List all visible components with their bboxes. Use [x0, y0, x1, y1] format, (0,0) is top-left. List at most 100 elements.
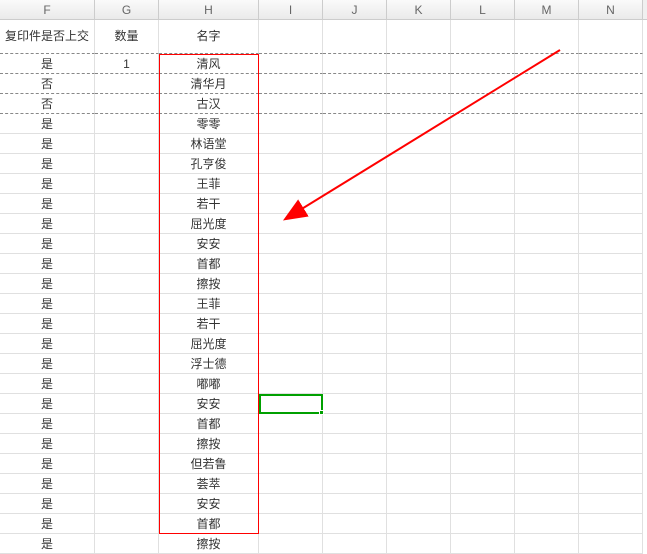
cell-J-22[interactable] [323, 474, 387, 494]
cell-N-25[interactable] [579, 534, 643, 554]
cell-J-15[interactable] [323, 334, 387, 354]
cell-J-24[interactable] [323, 514, 387, 534]
cell-K-10[interactable] [387, 234, 451, 254]
cell-F-2[interactable]: 否 [0, 74, 95, 94]
cell-J-16[interactable] [323, 354, 387, 374]
cell-F-24[interactable]: 是 [0, 514, 95, 534]
cell-N-12[interactable] [579, 274, 643, 294]
cell-I-1[interactable] [259, 54, 323, 74]
cell-J-3[interactable] [323, 94, 387, 114]
cell-H-21[interactable]: 但若鲁 [159, 454, 259, 474]
cell-L-22[interactable] [451, 474, 515, 494]
cell-J-6[interactable] [323, 154, 387, 174]
cell-H-3[interactable]: 古汉 [159, 94, 259, 114]
cell-K-18[interactable] [387, 394, 451, 414]
cell-F-23[interactable]: 是 [0, 494, 95, 514]
cell-G-24[interactable] [95, 514, 159, 534]
cell-M-2[interactable] [515, 74, 579, 94]
cell-M-14[interactable] [515, 314, 579, 334]
cell-H-18[interactable]: 安安 [159, 394, 259, 414]
cell-N-6[interactable] [579, 154, 643, 174]
cell-L-header[interactable] [451, 20, 515, 54]
cell-I-5[interactable] [259, 134, 323, 154]
cell-G-4[interactable] [95, 114, 159, 134]
cell-H-22[interactable]: 荟萃 [159, 474, 259, 494]
cell-F-14[interactable]: 是 [0, 314, 95, 334]
cell-L-3[interactable] [451, 94, 515, 114]
cell-N-23[interactable] [579, 494, 643, 514]
cell-H-19[interactable]: 首都 [159, 414, 259, 434]
cell-N-11[interactable] [579, 254, 643, 274]
cell-G-1[interactable]: 1 [95, 54, 159, 74]
cell-M-25[interactable] [515, 534, 579, 554]
cell-F-8[interactable]: 是 [0, 194, 95, 214]
cell-F-3[interactable]: 否 [0, 94, 95, 114]
cell-L-11[interactable] [451, 254, 515, 274]
cell-L-19[interactable] [451, 414, 515, 434]
cell-H-10[interactable]: 安安 [159, 234, 259, 254]
cell-N-7[interactable] [579, 174, 643, 194]
cell-G-18[interactable] [95, 394, 159, 414]
cell-F-10[interactable]: 是 [0, 234, 95, 254]
cell-I-18[interactable] [259, 394, 323, 414]
cell-M-23[interactable] [515, 494, 579, 514]
cell-M-12[interactable] [515, 274, 579, 294]
cell-F-17[interactable]: 是 [0, 374, 95, 394]
cell-I-10[interactable] [259, 234, 323, 254]
cell-L-4[interactable] [451, 114, 515, 134]
cell-H-6[interactable]: 孔亨俊 [159, 154, 259, 174]
cell-G-11[interactable] [95, 254, 159, 274]
cell-L-24[interactable] [451, 514, 515, 534]
cell-K-20[interactable] [387, 434, 451, 454]
cell-N-24[interactable] [579, 514, 643, 534]
cell-I-4[interactable] [259, 114, 323, 134]
cell-L-10[interactable] [451, 234, 515, 254]
cell-I-16[interactable] [259, 354, 323, 374]
cell-G-8[interactable] [95, 194, 159, 214]
cell-I-9[interactable] [259, 214, 323, 234]
cell-M-4[interactable] [515, 114, 579, 134]
cell-H-header[interactable]: 名字 [159, 20, 259, 54]
cell-F-18[interactable]: 是 [0, 394, 95, 414]
cell-H-15[interactable]: 屈光度 [159, 334, 259, 354]
cell-M-1[interactable] [515, 54, 579, 74]
cell-N-15[interactable] [579, 334, 643, 354]
cell-F-5[interactable]: 是 [0, 134, 95, 154]
column-header-H[interactable]: H [159, 0, 259, 19]
cell-J-10[interactable] [323, 234, 387, 254]
cell-J-5[interactable] [323, 134, 387, 154]
cell-N-19[interactable] [579, 414, 643, 434]
cell-G-14[interactable] [95, 314, 159, 334]
cell-I-17[interactable] [259, 374, 323, 394]
cell-K-7[interactable] [387, 174, 451, 194]
cell-F-25[interactable]: 是 [0, 534, 95, 554]
cell-J-25[interactable] [323, 534, 387, 554]
cell-K-21[interactable] [387, 454, 451, 474]
cell-N-4[interactable] [579, 114, 643, 134]
cell-I-24[interactable] [259, 514, 323, 534]
cell-K-4[interactable] [387, 114, 451, 134]
cell-F-20[interactable]: 是 [0, 434, 95, 454]
cell-K-3[interactable] [387, 94, 451, 114]
cell-L-14[interactable] [451, 314, 515, 334]
cell-K-6[interactable] [387, 154, 451, 174]
cell-K-14[interactable] [387, 314, 451, 334]
cell-G-19[interactable] [95, 414, 159, 434]
cell-F-21[interactable]: 是 [0, 454, 95, 474]
column-header-G[interactable]: G [95, 0, 159, 19]
column-header-L[interactable]: L [451, 0, 515, 19]
cell-G-21[interactable] [95, 454, 159, 474]
cell-G-16[interactable] [95, 354, 159, 374]
column-header-J[interactable]: J [323, 0, 387, 19]
cell-N-1[interactable] [579, 54, 643, 74]
cell-F-19[interactable]: 是 [0, 414, 95, 434]
cell-H-13[interactable]: 王菲 [159, 294, 259, 314]
cell-I-7[interactable] [259, 174, 323, 194]
cell-I-20[interactable] [259, 434, 323, 454]
cell-F-9[interactable]: 是 [0, 214, 95, 234]
cell-I-12[interactable] [259, 274, 323, 294]
cell-H-17[interactable]: 嘟嘟 [159, 374, 259, 394]
cell-I-11[interactable] [259, 254, 323, 274]
cell-H-8[interactable]: 若干 [159, 194, 259, 214]
cell-L-16[interactable] [451, 354, 515, 374]
